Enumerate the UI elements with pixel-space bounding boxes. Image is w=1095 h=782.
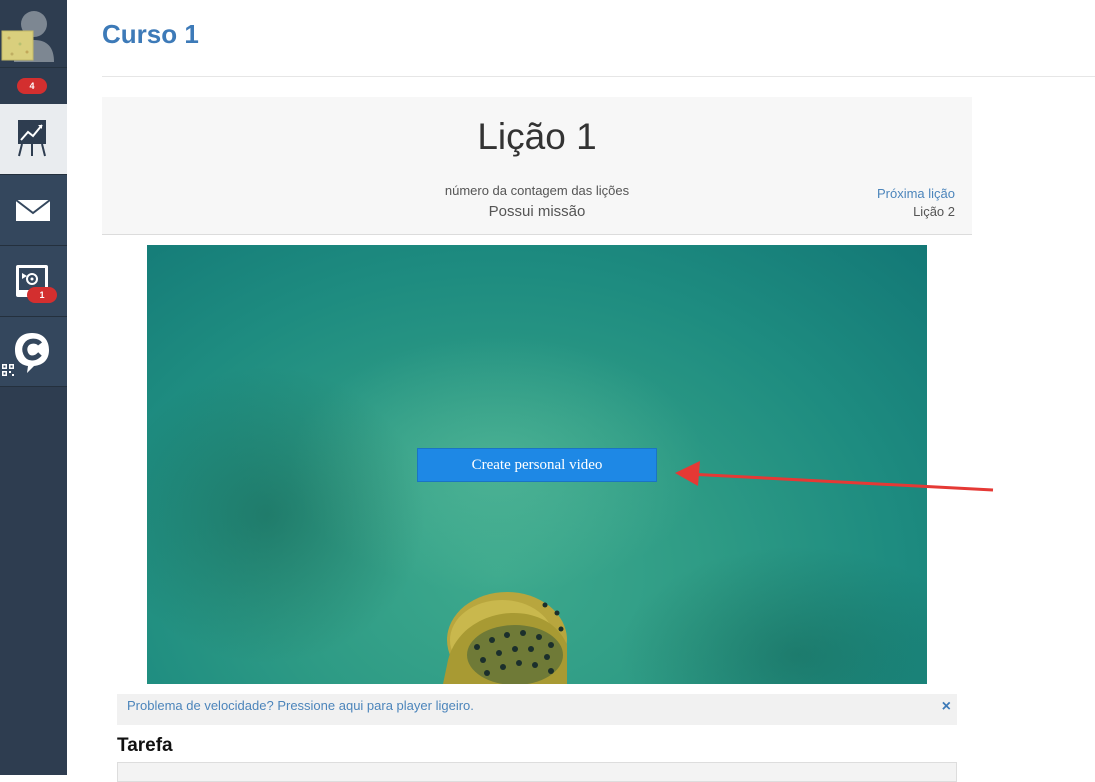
- next-lesson-name[interactable]: Lição 2: [913, 204, 955, 219]
- sidebar-item-chat[interactable]: [0, 316, 67, 387]
- sidebar: 4 1: [0, 0, 67, 775]
- lesson-count-label: número da contagem das lições: [444, 183, 630, 198]
- mail-icon: [15, 199, 51, 221]
- lesson-title: Lição 1: [477, 116, 597, 157]
- next-lesson-link[interactable]: Próxima lição: [877, 186, 955, 201]
- qr-code-icon[interactable]: [2, 364, 14, 376]
- divider: [102, 76, 1095, 77]
- media-settings-icon: [16, 265, 48, 297]
- speed-notice-link[interactable]: Problema de velocidade? Pressione aqui p…: [127, 698, 474, 713]
- create-personal-video-button[interactable]: Create personal video: [417, 448, 657, 482]
- close-icon[interactable]: ×: [942, 698, 951, 716]
- speed-notice[interactable]: Problema de velocidade? Pressione aqui p…: [117, 694, 957, 725]
- sidebar-item-media[interactable]: 1: [0, 245, 67, 316]
- sidebar-item-stats[interactable]: [0, 104, 67, 174]
- task-content-box: [117, 762, 957, 782]
- sidebar-notifications[interactable]: 4: [0, 67, 67, 104]
- lesson-header: Lição 1 número da contagem das lições Po…: [102, 97, 972, 235]
- lesson-mission-label: Possui missão: [488, 203, 586, 220]
- stats-board-icon: [18, 120, 46, 157]
- task-heading: Tarefa: [117, 735, 173, 756]
- chat-c-icon: [15, 333, 49, 373]
- notifications-badge: 4: [17, 78, 47, 94]
- sidebar-item-mail[interactable]: [0, 174, 67, 245]
- sidebar-avatar[interactable]: [0, 0, 67, 67]
- media-badge: 1: [27, 287, 57, 303]
- course-title: Curso 1: [102, 19, 199, 49]
- red-arrow-annotation: [675, 461, 994, 492]
- user-avatar-icon: [1, 11, 54, 62]
